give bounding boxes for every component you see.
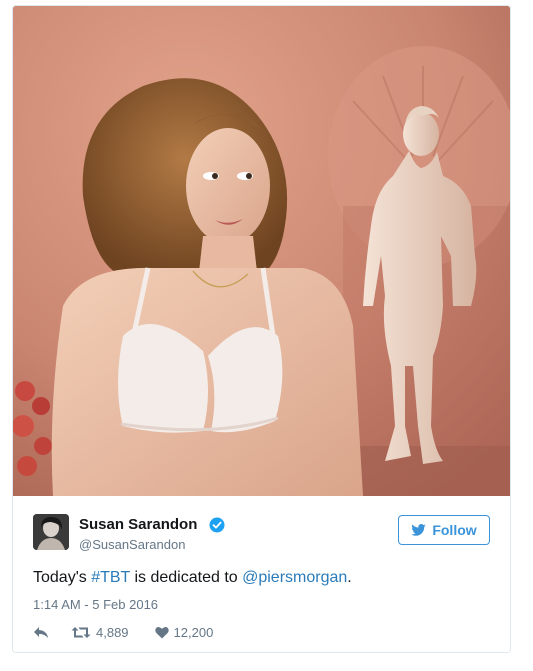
hashtag-link[interactable]: #TBT [91,569,130,586]
retweet-button[interactable]: 4,889 [71,625,129,640]
retweet-count: 4,889 [96,624,129,640]
tweet-photo[interactable] [13,6,510,496]
tweet-text-after: . [347,569,352,586]
follow-button[interactable]: Follow [398,515,490,545]
avatar[interactable] [33,514,69,550]
tweet-actions: 4,889 12,200 [33,622,213,642]
tweet-card: Susan Sarandon @SusanSarandon Follow Tod… [12,5,511,653]
photo-illustration [13,6,510,496]
author-screen-name[interactable]: @SusanSarandon [79,537,185,552]
profile-photo-icon [33,514,69,550]
follow-button-label: Follow [432,522,477,538]
retweet-icon [71,626,91,638]
tweet-text: Today's #TBT is dedicated to @piersmorga… [33,569,352,587]
like-count: 12,200 [173,624,214,640]
author-display-name[interactable]: Susan Sarandon [79,516,197,533]
tweet-text-middle: is dedicated to [130,569,243,586]
tweet-timestamp[interactable]: 1:14 AM - 5 Feb 2016 [33,597,158,612]
tweet-body: Susan Sarandon @SusanSarandon Follow Tod… [13,496,510,652]
reply-icon [34,626,48,638]
heart-icon [154,626,169,638]
tweet-text-before: Today's [33,569,92,586]
like-button[interactable]: 12,200 [154,624,214,640]
twitter-bird-icon [411,524,427,536]
reply-button[interactable] [33,626,49,639]
mention-link[interactable]: @piersmorgan [242,569,347,586]
verified-badge-icon [209,517,225,533]
